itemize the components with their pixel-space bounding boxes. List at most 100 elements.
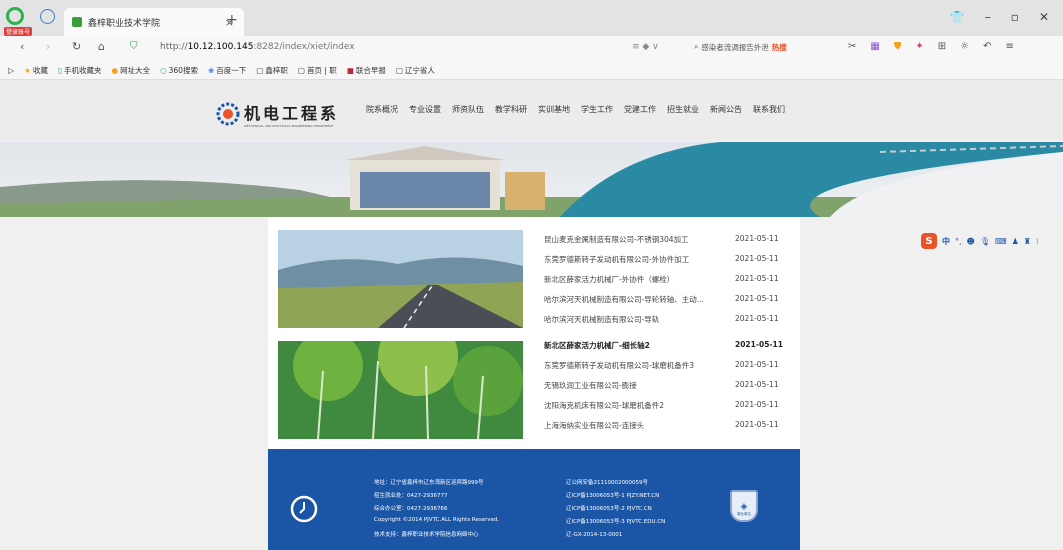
undo-icon[interactable]: ↶ <box>983 41 991 52</box>
active-tab[interactable]: 鑫梓职业技术学院 × <box>64 8 244 36</box>
star-icon: ★ <box>24 65 31 75</box>
news-item[interactable]: 新北区薛家活力机械厂-细长轴2 <box>544 340 722 351</box>
bookmark-item[interactable]: ■ 联合早报 <box>347 65 386 76</box>
bookmark-label: 手机收藏夹 <box>64 65 102 75</box>
banner-image <box>0 142 1063 217</box>
search-360-icon: ○ <box>160 65 167 75</box>
tab-badge: 登录账号 <box>4 27 33 36</box>
web-icon: ● <box>111 65 119 75</box>
address-bar[interactable]: http://10.12.100.145:8282/index/xiet/ind… <box>160 42 355 52</box>
menu-icon[interactable]: ≡ <box>1005 41 1013 52</box>
minimize-icon[interactable]: – <box>985 10 991 24</box>
nav-item[interactable]: 联系我们 <box>753 104 785 115</box>
news-item[interactable]: 上海海纳实业有限公司-连接头 <box>544 420 722 431</box>
nav-item[interactable]: 师资队伍 <box>452 104 484 115</box>
footer-icp-1[interactable]: 辽ICP备13006053号-1 PJZY.NET.CN <box>566 491 659 499</box>
gear-logo-icon <box>216 102 240 126</box>
bookmark-item[interactable]: ★ 收藏 <box>24 65 48 76</box>
grid-purple-icon[interactable]: ▦ <box>870 41 879 52</box>
user-icon[interactable]: ♟ <box>1012 237 1019 246</box>
close-window-icon[interactable]: ✕ <box>1039 10 1049 24</box>
url-host: 10.12.100.145 <box>187 42 254 52</box>
news-date: 2021-05-11 <box>735 314 779 323</box>
forest-image[interactable] <box>278 341 523 439</box>
zaobao-icon: ■ <box>346 65 354 75</box>
scissors-icon[interactable]: ✂ <box>848 41 856 52</box>
shield-orange-icon[interactable]: ⛊ <box>894 41 902 52</box>
sidebar-toggle-icon[interactable]: ▷ <box>8 66 14 75</box>
site-logo[interactable]: 机电工程系 MECHANICAL AND ELECTRICAL ENGINEER… <box>216 100 339 128</box>
restore-icon[interactable]: ▫ <box>1011 10 1019 24</box>
news-date: 2021-05-11 <box>735 274 779 283</box>
news-date: 2021-05-11 <box>735 254 779 263</box>
nav-item[interactable]: 院系概况 <box>366 104 398 115</box>
search-box[interactable]: ⌕ 感染者流调报告外泄 热搜 <box>694 42 787 53</box>
punctuation-icon[interactable]: °, <box>955 237 962 246</box>
toolbar-extensions: ✂ ▦ ⛊ ✦ ⊞ ☼ ↶ ≡ <box>848 41 1014 52</box>
navigate-icon[interactable] <box>40 9 55 24</box>
bookmark-item[interactable]: ❀ 百度一下 <box>208 65 246 76</box>
browser-logo-icon[interactable] <box>6 7 24 25</box>
news-date: 2021-05-11 <box>735 340 783 349</box>
mic-icon[interactable]: 🎙 <box>980 237 990 246</box>
nav-item[interactable]: 招生就业 <box>667 104 699 115</box>
sogou-toolbar: S 中 °, ☻ 🎙 ⌨ ♟ ♜ ⁝ <box>921 233 1038 249</box>
bookmark-label: 辽宁省人 <box>404 65 435 75</box>
institution-badge[interactable]: ◈ 事业单位 <box>730 490 758 522</box>
back-icon[interactable]: ‹ <box>20 40 24 53</box>
emoji-icon[interactable]: ☻ <box>967 237 975 246</box>
bookmark-item[interactable]: ▢ 首页 | 职 <box>298 65 337 76</box>
footer-gx-record[interactable]: 辽-GX-2014-13-0001 <box>566 530 622 538</box>
news-item[interactable]: 东莞罗德斯转子发动机有限公司-外协件加工 <box>544 254 722 265</box>
news-date: 2021-05-11 <box>735 420 779 429</box>
nav-item[interactable]: 专业设置 <box>409 104 441 115</box>
baidu-icon: ❀ <box>207 65 215 75</box>
news-item[interactable]: 沈阳海克机床有限公司-球磨机备件2 <box>544 400 722 411</box>
home-icon[interactable]: ⌂ <box>98 40 105 53</box>
logo-text-block: 机电工程系 MECHANICAL AND ELECTRICAL ENGINEER… <box>244 100 339 128</box>
news-item[interactable]: 无锡玖润工业有限公司-膨接 <box>544 380 722 391</box>
footer-icp-2[interactable]: 辽ICP备13006053号-2 PJVTC.CN <box>566 504 652 512</box>
settings-icon[interactable]: ⁝ <box>1036 237 1039 246</box>
nav-item[interactable]: 实训基地 <box>538 104 570 115</box>
bookmark-item[interactable]: ▢ 辽宁省人 <box>396 65 435 76</box>
bookmark-item[interactable]: ● 网址大全 <box>112 65 151 76</box>
road-landscape-image[interactable] <box>278 230 523 328</box>
reader-icon[interactable]: ≡ ◆ ∨ <box>632 42 659 52</box>
nav-item[interactable]: 教学科研 <box>495 104 527 115</box>
reload-icon[interactable]: ↻ <box>72 40 81 53</box>
bookmark-label: 鑫梓职 <box>265 65 288 75</box>
browser-toolbar: ‹ › ↻ ⌂ ⛉ http://10.12.100.145:8282/inde… <box>0 36 1063 61</box>
shield-icon: ⛉ <box>130 41 138 52</box>
news-item[interactable]: 新北区薛家活力机械厂-外协件（螺栓） <box>544 274 722 285</box>
bookmark-label: 360搜索 <box>168 65 198 75</box>
news-item[interactable]: 昆山麦克金属制造有限公司-不锈钢304加工 <box>544 234 722 245</box>
sogou-logo-icon[interactable]: S <box>921 233 937 249</box>
bookmark-label: 百度一下 <box>216 65 247 75</box>
news-item[interactable]: 东莞罗德斯转子发动机有限公司-球磨机备件3 <box>544 360 722 371</box>
bookmark-item[interactable]: ▢ 鑫梓职 <box>256 65 288 76</box>
site-favicon <box>72 17 82 27</box>
theme-icon[interactable]: ☼ <box>960 41 969 52</box>
news-item[interactable]: 哈尔滨河天机械制造有限公司-导轮转轴、主动... <box>544 294 722 305</box>
page-icon: ▢ <box>256 65 264 75</box>
keyboard-icon[interactable]: ⌨ <box>995 237 1007 246</box>
new-tab-icon[interactable]: + <box>226 12 238 28</box>
forward-icon[interactable]: › <box>46 40 50 53</box>
sogou-mode-label[interactable]: 中 <box>942 236 950 247</box>
shirt-icon[interactable]: 👕 <box>950 10 965 24</box>
bookmark-item[interactable]: ▯ 手机收藏夹 <box>58 65 102 76</box>
bookmark-item[interactable]: ○ 360搜索 <box>160 65 198 76</box>
footer-icp-3[interactable]: 辽ICP备13006053号-3 PJVTC.EDU.CN <box>566 517 665 525</box>
nav-item[interactable]: 党建工作 <box>624 104 656 115</box>
footer-admissions-phone: 招生就业处：0427-2936777 <box>374 493 448 499</box>
skin-icon[interactable]: ♜ <box>1024 237 1031 246</box>
news-item[interactable]: 哈尔滨河天机械制造有限公司-导轨 <box>544 314 722 325</box>
search-icon: ⌕ <box>694 42 699 51</box>
tab-title: 鑫梓职业技术学院 <box>88 18 161 29</box>
apps-grid-icon[interactable]: ⊞ <box>938 41 946 52</box>
nav-item[interactable]: 学生工作 <box>581 104 613 115</box>
game-icon[interactable]: ✦ <box>915 41 923 52</box>
footer-police-record[interactable]: 辽公网安备21110002000059号 <box>566 478 648 486</box>
nav-item[interactable]: 新闻公告 <box>710 104 742 115</box>
